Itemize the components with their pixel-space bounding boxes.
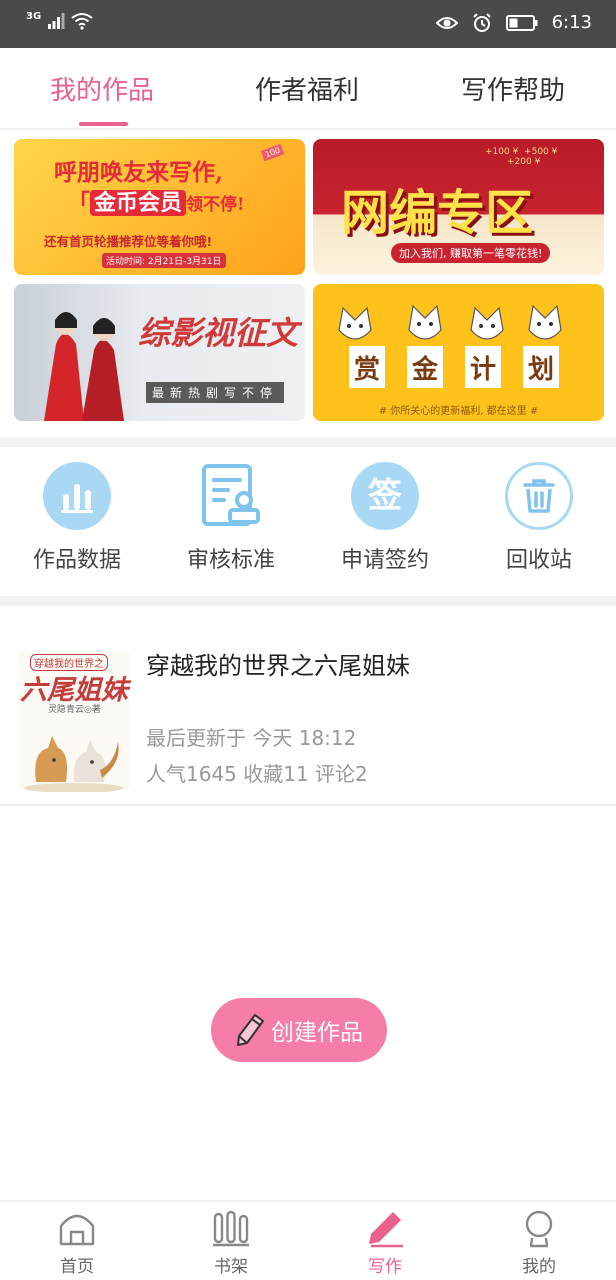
- clock-time: 6:13: [551, 12, 592, 33]
- drama-figures-art: [44, 312, 124, 421]
- banner-web-editor-coins: +100 ¥ +500 ¥ +200 ¥: [485, 147, 558, 167]
- home-icon: [59, 1214, 95, 1246]
- book-cover: 穿越我的世界之 六尾姐妹 灵隐青云◎著: [18, 650, 130, 792]
- tool-recycle-bin-label: 回收站: [505, 548, 572, 573]
- trash-icon: [523, 479, 555, 513]
- signal-icon: [48, 13, 65, 29]
- book-last-updated: 最后更新于 今天 18:12: [146, 726, 357, 750]
- tool-works-data[interactable]: 作品数据: [7, 462, 147, 574]
- eye-icon: [435, 16, 458, 29]
- status-bar: 3G 6:13: [0, 0, 616, 48]
- fox-illustration: [24, 736, 124, 792]
- tool-apply-contract-label: 申请签约: [340, 548, 429, 573]
- tool-review-standard[interactable]: 审核标准: [161, 462, 301, 574]
- book-title: 穿越我的世界之六尾姐妹: [146, 652, 410, 680]
- tool-apply-contract[interactable]: 签 申请签约: [315, 462, 455, 574]
- tool-recycle-bin[interactable]: 回收站: [469, 462, 609, 574]
- nav-bookshelf[interactable]: 书架: [181, 1208, 281, 1277]
- nav-home[interactable]: 首页: [27, 1208, 127, 1277]
- pencil-icon: [237, 1014, 264, 1046]
- create-work-button[interactable]: 创建作品: [211, 998, 387, 1062]
- bottom-nav: 首页 书架 写作 我的: [0, 1200, 616, 1280]
- nav-write-label: 写作: [368, 1257, 402, 1277]
- banner-drama-sub: 最新热剧写不停: [146, 382, 285, 403]
- tab-my-works[interactable]: 我的作品: [50, 70, 154, 107]
- nav-home-label: 首页: [60, 1257, 94, 1277]
- banner-invite-date: 活动时间: 2月21日-3月31日: [102, 253, 226, 268]
- tool-review-standard-label: 审核标准: [186, 548, 275, 573]
- banner-web-editor-zone[interactable]: +100 ¥ +500 ¥ +200 ¥ 网编专区 加入我们, 赚取第一笔零花钱…: [313, 139, 604, 275]
- book-list-item[interactable]: 穿越我的世界之 六尾姐妹 灵隐青云◎著 穿越我的世界之六尾姐妹 最后更新于 今天…: [0, 606, 616, 806]
- coin-badge: 100: [260, 143, 285, 162]
- banner-web-editor-sub: 加入我们, 赚取第一笔零花钱!: [391, 243, 551, 263]
- active-tab-indicator: [79, 122, 128, 126]
- tab-author-benefits[interactable]: 作者福利: [255, 70, 359, 107]
- banner-bounty-plan[interactable]: 赏 金 计 划 # 你所关心的更新福利, 都在这里 #: [313, 284, 604, 421]
- nav-write[interactable]: 写作: [335, 1208, 435, 1277]
- banner-invite-line3: 还有首页轮播推荐位等着你哦!: [44, 234, 213, 249]
- bookshelf-icon: [213, 1210, 249, 1247]
- network-type: 3G: [26, 10, 42, 22]
- banner-invite-line2: 「金币会员 领不停!: [68, 190, 245, 216]
- banner-web-editor-title: 网编专区: [341, 185, 534, 241]
- section-divider: [0, 437, 616, 447]
- review-document-icon: [202, 464, 260, 526]
- banner-invite-line1: 呼朋唤友来写作,: [54, 159, 224, 186]
- banner-invite-friends[interactable]: 呼朋唤友来写作, 「金币会员 领不停! 还有首页轮播推荐位等着你哦! 活动时间: …: [14, 139, 305, 275]
- nav-bookshelf-label: 书架: [214, 1257, 248, 1277]
- sign-contract-icon: 签: [368, 476, 402, 516]
- alarm-icon: [472, 12, 491, 32]
- banner-drama-contest[interactable]: 综影视征文 最新热剧写不停: [14, 284, 305, 421]
- book-stats: 人气1645 收藏11 评论2: [146, 762, 368, 786]
- bounty-sub: # 你所关心的更新福利, 都在这里 #: [378, 406, 539, 417]
- nav-profile-label: 我的: [522, 1257, 556, 1277]
- bounty-title: 赏 金 计 划: [349, 346, 559, 388]
- bar-chart-icon: [61, 484, 93, 513]
- wifi-icon: [71, 13, 93, 30]
- create-work-label: 创建作品: [271, 1020, 363, 1046]
- battery-icon: [505, 14, 538, 31]
- tool-works-data-label: 作品数据: [32, 548, 121, 573]
- section-divider-2: [0, 596, 616, 606]
- banner-drama-title: 综影视征文: [138, 314, 299, 352]
- top-tabs: 我的作品 作者福利 写作帮助: [0, 48, 616, 130]
- tab-writing-help[interactable]: 写作帮助: [461, 70, 565, 107]
- pencil-icon: [369, 1212, 403, 1248]
- profile-icon: [525, 1210, 553, 1248]
- nav-profile[interactable]: 我的: [489, 1208, 589, 1277]
